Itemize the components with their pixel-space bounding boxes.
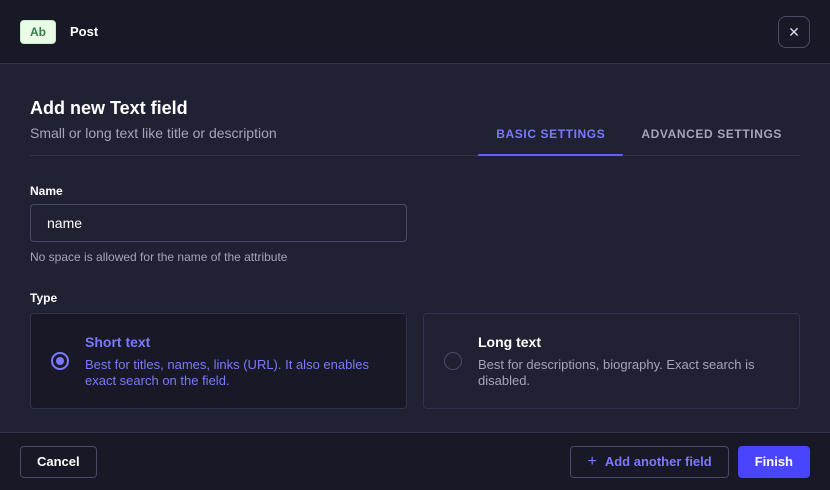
radio-selected-icon[interactable]: [51, 352, 69, 370]
radio-unselected-icon[interactable]: [444, 352, 462, 370]
settings-tabs: BASIC SETTINGS ADVANCED SETTINGS: [478, 113, 800, 155]
type-field-section: Type Short text Best for titles, names, …: [30, 291, 800, 409]
modal-header: Ab Post ✕: [0, 0, 830, 64]
modal-title: Add new Text field: [30, 98, 277, 119]
type-option-short-text[interactable]: Short text Best for titles, names, links…: [30, 313, 407, 409]
close-button[interactable]: ✕: [778, 16, 810, 48]
name-field-label: Name: [30, 184, 800, 198]
type-option-long-text[interactable]: Long text Best for descriptions, biograp…: [423, 313, 800, 409]
type-options: Short text Best for titles, names, links…: [30, 313, 800, 409]
type-option-title: Short text: [85, 334, 382, 350]
type-option-description: Best for descriptions, biography. Exact …: [478, 357, 775, 389]
finish-button[interactable]: Finish: [738, 446, 810, 478]
add-another-field-button[interactable]: + Add another field: [570, 446, 728, 478]
plus-icon: +: [587, 454, 596, 470]
type-field-label: Type: [30, 291, 800, 305]
type-option-text: Long text Best for descriptions, biograp…: [478, 334, 775, 389]
content-type-title: Post: [70, 24, 98, 39]
tab-advanced-settings[interactable]: ADVANCED SETTINGS: [623, 113, 800, 155]
footer-actions: + Add another field Finish: [570, 446, 810, 478]
type-option-text: Short text Best for titles, names, links…: [85, 334, 382, 389]
name-input[interactable]: [30, 204, 407, 242]
modal-footer: Cancel + Add another field Finish: [0, 432, 830, 490]
name-field-hint: No space is allowed for the name of the …: [30, 250, 800, 264]
cancel-button[interactable]: Cancel: [20, 446, 97, 478]
tab-basic-settings[interactable]: BASIC SETTINGS: [478, 113, 623, 155]
type-option-description: Best for titles, names, links (URL). It …: [85, 357, 382, 389]
close-icon: ✕: [788, 25, 800, 39]
name-field-section: Name No space is allowed for the name of…: [30, 184, 800, 264]
modal-body: Add new Text field Small or long text li…: [0, 64, 830, 432]
content-type-badge: Ab: [20, 20, 56, 44]
title-block: Add new Text field Small or long text li…: [30, 64, 277, 155]
add-another-field-label: Add another field: [605, 454, 712, 469]
add-field-modal: Ab Post ✕ Add new Text field Small or lo…: [0, 0, 830, 490]
type-option-title: Long text: [478, 334, 775, 350]
modal-subtitle: Small or long text like title or descrip…: [30, 125, 277, 141]
intro-row: Add new Text field Small or long text li…: [30, 64, 800, 156]
